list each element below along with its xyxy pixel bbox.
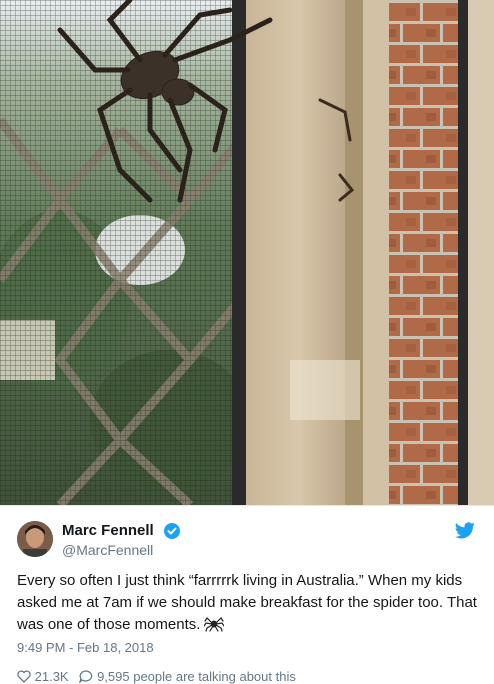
author-name[interactable]: Marc Fennell — [62, 522, 154, 539]
author-handle[interactable]: @MarcFennell — [62, 542, 153, 558]
spider-photo-illustration — [0, 0, 494, 505]
tweet-photo[interactable] — [0, 0, 494, 505]
tweet-timestamp[interactable]: 9:49 PM - Feb 18, 2018 — [17, 640, 154, 655]
tweet-body: Every so often I just think “farrrrrk li… — [17, 572, 477, 633]
verified-badge-icon — [164, 523, 180, 539]
twitter-bird-icon[interactable] — [455, 522, 475, 539]
tweet-text: Every so often I just think “farrrrrk li… — [17, 570, 487, 636]
tweet-actions: 21.3K 9,595 people are talking about thi… — [17, 668, 296, 684]
avatar[interactable] — [17, 521, 53, 557]
tweet-card[interactable]: Marc Fennell @MarcFennell Every so often… — [0, 505, 494, 684]
spider-emoji-icon — [204, 617, 225, 632]
